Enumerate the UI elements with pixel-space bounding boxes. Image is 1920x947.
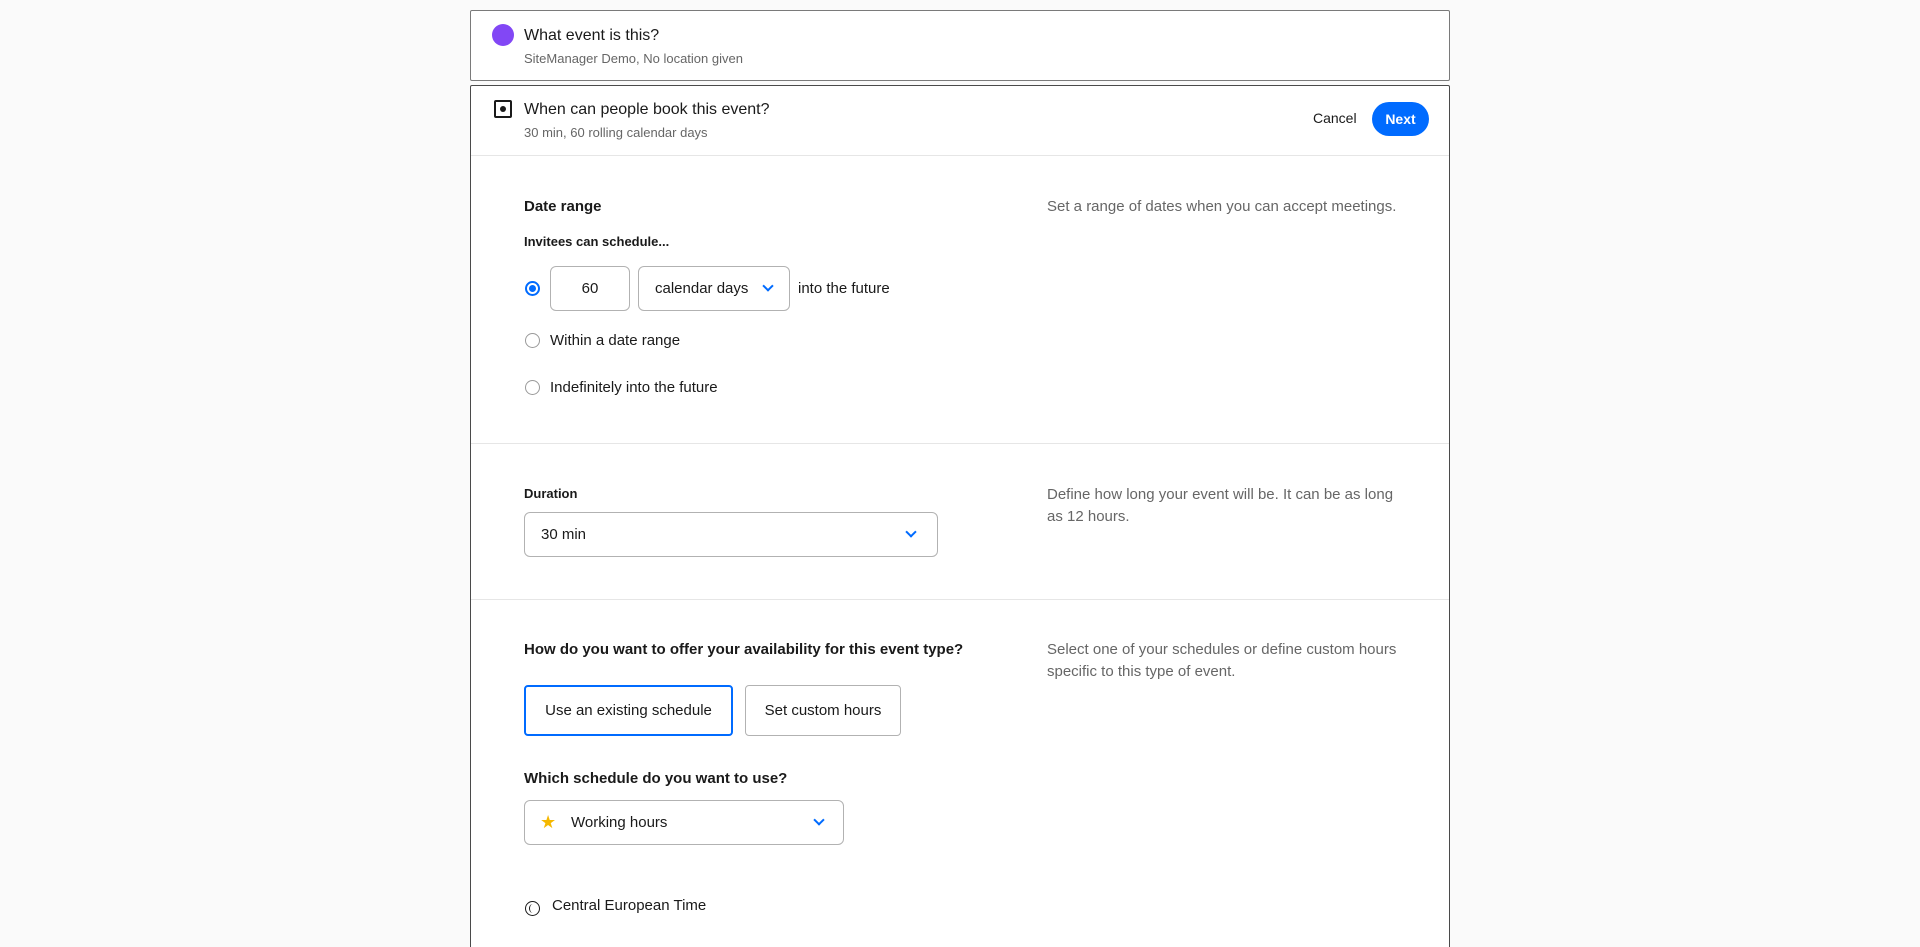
calendar-icon xyxy=(494,100,512,118)
indefinitely-option-label[interactable]: Indefinitely into the future xyxy=(550,379,718,396)
rolling-days-radio[interactable] xyxy=(525,281,540,296)
star-icon: ★ xyxy=(540,812,557,832)
duration-section: Duration Define how long your event will… xyxy=(471,444,1449,600)
date-range-heading: Date range xyxy=(524,198,602,215)
next-button[interactable]: Next xyxy=(1372,102,1429,136)
booking-card-subtitle: 30 min, 60 rolling calendar days xyxy=(524,125,708,140)
availability-section: How do you want to offer your availabili… xyxy=(471,600,1449,947)
timezone-label[interactable]: Central European Time xyxy=(552,897,706,914)
schedule-value: Working hours xyxy=(571,814,668,831)
days-unit-value: calendar days xyxy=(655,280,749,297)
event-details-card[interactable]: What event is this? SiteManager Demo, No… xyxy=(470,10,1450,81)
booking-settings-card: When can people book this event? 30 min,… xyxy=(470,85,1450,947)
indefinitely-radio[interactable] xyxy=(525,380,540,395)
page: What event is this? SiteManager Demo, No… xyxy=(0,0,1920,947)
availability-help: Select one of your schedules or define c… xyxy=(1047,641,1397,680)
duration-heading: Duration xyxy=(524,486,578,501)
schedule-select[interactable]: ★ Working hours xyxy=(524,800,844,845)
duration-select[interactable]: 30 min xyxy=(524,512,938,557)
booking-card-title: When can people book this event? xyxy=(524,101,770,118)
date-range-help: Set a range of dates when you can accept… xyxy=(1047,198,1397,215)
date-range-section: Date range Invitees can schedule... Set … xyxy=(471,156,1449,444)
invitees-schedule-label: Invitees can schedule... xyxy=(524,234,670,249)
set-custom-hours-button[interactable]: Set custom hours xyxy=(745,685,901,736)
duration-value: 30 min xyxy=(541,526,587,543)
booking-card-header: When can people book this event? 30 min,… xyxy=(471,86,1449,156)
event-color-dot xyxy=(492,24,514,46)
use-existing-schedule-button[interactable]: Use an existing schedule xyxy=(524,685,733,736)
days-unit-select[interactable]: calendar days xyxy=(638,266,790,311)
event-card-title: What event is this? xyxy=(524,27,660,44)
duration-help: Define how long your event will be. It c… xyxy=(1047,486,1394,525)
globe-icon xyxy=(525,901,540,916)
date-range-option-label[interactable]: Within a date range xyxy=(550,332,680,349)
into-future-label: into the future xyxy=(798,280,890,297)
date-range-radio[interactable] xyxy=(525,333,540,348)
days-input[interactable]: 60 xyxy=(550,266,630,311)
which-schedule-label: Which schedule do you want to use? xyxy=(524,770,788,787)
event-card-subtitle: SiteManager Demo, No location given xyxy=(524,51,743,66)
availability-heading: How do you want to offer your availabili… xyxy=(524,641,964,658)
chevron-down-icon xyxy=(905,526,917,538)
chevron-down-icon xyxy=(813,814,825,826)
cancel-button[interactable]: Cancel xyxy=(1313,110,1357,126)
chevron-down-icon xyxy=(762,280,774,292)
